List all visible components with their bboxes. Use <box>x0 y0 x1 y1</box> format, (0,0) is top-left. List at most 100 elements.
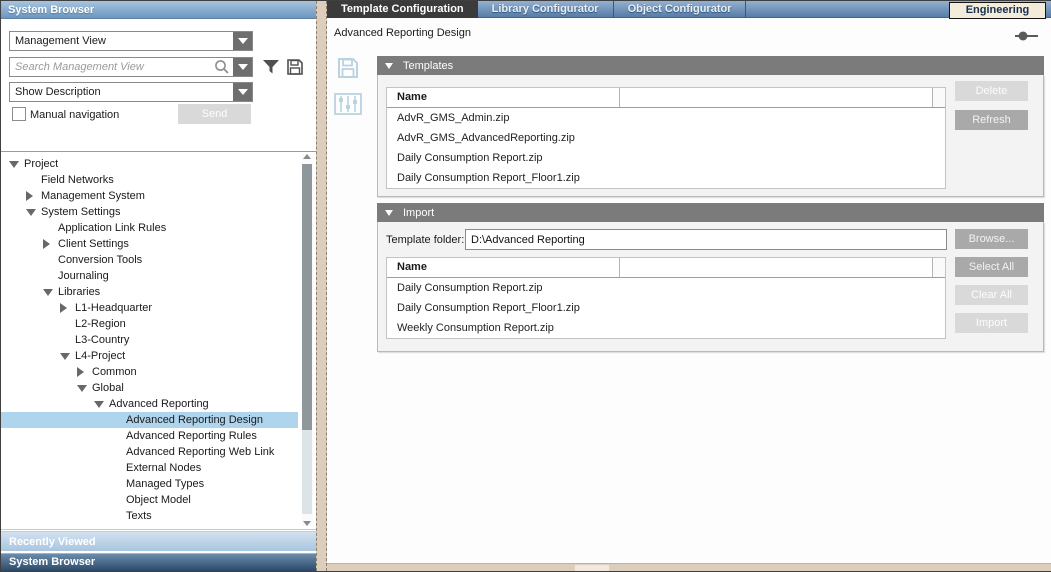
tree-item-conversion-tools[interactable]: Conversion Tools <box>1 252 298 268</box>
tree-item-management-system[interactable]: Management System <box>1 188 298 204</box>
scrollbar-thumb[interactable] <box>302 164 312 430</box>
tree-item-external-nodes[interactable]: External Nodes <box>1 460 298 476</box>
tree-collapse-icon[interactable] <box>94 401 109 408</box>
system-browser-label: System Browser <box>9 556 95 568</box>
refresh-button[interactable]: Refresh <box>955 110 1028 130</box>
search-icon[interactable] <box>214 59 230 75</box>
tree-expand-icon[interactable] <box>26 191 41 201</box>
tree-collapse-icon[interactable] <box>9 161 24 168</box>
clear-all-button[interactable]: Clear All <box>955 285 1028 305</box>
save-filter-icon[interactable] <box>286 58 304 76</box>
tree-item-system-settings[interactable]: System Settings <box>1 204 298 220</box>
tab-object-configurator[interactable]: Object Configurator <box>614 1 747 18</box>
table-row[interactable]: Daily Consumption Report_Floor1.zip <box>387 298 945 318</box>
triangle-glyph <box>94 401 104 408</box>
tree-item-label: Advanced Reporting <box>109 398 209 410</box>
search-history-dropdown-icon[interactable] <box>233 58 252 76</box>
chevron-down-icon[interactable] <box>233 83 252 101</box>
tree-item-libraries[interactable]: Libraries <box>1 284 298 300</box>
tree-item-l4-project[interactable]: L4-Project <box>1 348 298 364</box>
delete-button[interactable]: Delete <box>955 81 1028 101</box>
tree-item-label: L4-Project <box>75 350 125 362</box>
tab-library-configurator[interactable]: Library Configurator <box>478 1 614 18</box>
pin-icon[interactable] <box>1013 30 1039 42</box>
table-row[interactable]: Weekly Consumption Report.zip <box>387 318 945 338</box>
import-section-header[interactable]: Import <box>377 203 1044 222</box>
tree-item-l3-country[interactable]: L3-Country <box>1 332 298 348</box>
column-header-name[interactable]: Name <box>387 258 620 277</box>
collapse-triangle-icon[interactable] <box>385 210 393 216</box>
tree-item-field-networks[interactable]: Field Networks <box>1 172 298 188</box>
tree-item-advanced-reporting-design[interactable]: Advanced Reporting Design <box>1 412 298 428</box>
table-row[interactable]: Daily Consumption Report.zip <box>387 148 945 168</box>
import-section: Import Template folder: Browse... NameDa… <box>377 203 1044 352</box>
table-row[interactable]: AdvR_GMS_Admin.zip <box>387 108 945 128</box>
tab-template-configuration[interactable]: Template Configuration <box>327 1 478 18</box>
templates-section-header[interactable]: Templates <box>377 56 1044 75</box>
tree-collapse-icon[interactable] <box>43 289 58 296</box>
application-window: System Browser Management View Show Desc… <box>0 0 1051 572</box>
tree-item-label: Managed Types <box>126 478 204 490</box>
display-mode-selector[interactable]: Show Description <box>9 82 253 102</box>
tree-item-common[interactable]: Common <box>1 364 298 380</box>
tree-expand-icon[interactable] <box>43 239 58 249</box>
send-button[interactable]: Send <box>178 104 251 124</box>
tree-item-label: L2-Region <box>75 318 126 330</box>
system-browser-bar[interactable]: System Browser <box>1 553 316 571</box>
column-header-empty[interactable] <box>620 88 933 107</box>
search-input[interactable] <box>10 58 214 76</box>
tree-item-application-link-rules[interactable]: Application Link Rules <box>1 220 298 236</box>
splitter-handle-icon[interactable] <box>575 565 609 571</box>
recently-viewed-bar[interactable]: Recently Viewed <box>1 531 316 551</box>
tree-item-object-model[interactable]: Object Model <box>1 492 298 508</box>
templates-header-label: Templates <box>403 60 453 72</box>
select-all-button[interactable]: Select All <box>955 257 1028 277</box>
tree-item-label: L3-Country <box>75 334 129 346</box>
tree-collapse-icon[interactable] <box>26 209 41 216</box>
column-header-name[interactable]: Name <box>387 88 620 107</box>
triangle-glyph <box>60 303 67 313</box>
table-row[interactable]: AdvR_GMS_AdvancedReporting.zip <box>387 128 945 148</box>
save-icon[interactable] <box>336 56 360 80</box>
browse-button[interactable]: Browse... <box>955 229 1028 249</box>
collapse-triangle-icon[interactable] <box>385 63 393 69</box>
manual-navigation-checkbox[interactable] <box>12 107 26 121</box>
tree-collapse-icon[interactable] <box>77 385 92 392</box>
tree-item-advanced-reporting-web-link[interactable]: Advanced Reporting Web Link <box>1 444 298 460</box>
horizontal-splitter[interactable] <box>327 563 1051 571</box>
tree-item-label: Advanced Reporting Design <box>126 414 263 426</box>
filter-icon[interactable] <box>262 58 280 76</box>
template-folder-input[interactable] <box>465 229 947 250</box>
triangle-glyph <box>26 209 36 216</box>
tree-item-advanced-reporting[interactable]: Advanced Reporting <box>1 396 298 412</box>
tree-item-global[interactable]: Global <box>1 380 298 396</box>
table-row[interactable]: Daily Consumption Report_Floor1.zip <box>387 168 945 188</box>
column-header-corner <box>933 258 945 277</box>
import-button[interactable]: Import <box>955 313 1028 333</box>
chevron-down-icon[interactable] <box>233 32 252 50</box>
tree-collapse-icon[interactable] <box>60 353 75 360</box>
tree-item-label: Advanced Reporting Rules <box>126 430 257 442</box>
tree-item-advanced-reporting-rules[interactable]: Advanced Reporting Rules <box>1 428 298 444</box>
tree-item-texts[interactable]: Texts <box>1 508 298 524</box>
tree-expand-icon[interactable] <box>60 303 75 313</box>
tree-item-managed-types[interactable]: Managed Types <box>1 476 298 492</box>
mode-tab-engineering[interactable]: Engineering <box>949 2 1046 19</box>
tree-scrollbar[interactable] <box>302 154 313 526</box>
scroll-up-icon[interactable] <box>303 154 311 159</box>
panel-header: System Browser <box>1 1 316 19</box>
tab-bar: Template ConfigurationLibrary Configurat… <box>327 1 1051 18</box>
tree-item-journaling[interactable]: Journaling <box>1 268 298 284</box>
tree-expand-icon[interactable] <box>77 367 92 377</box>
tree-item-client-settings[interactable]: Client Settings <box>1 236 298 252</box>
tree-item-project[interactable]: Project <box>1 156 298 172</box>
tree-item-l2-region[interactable]: L2-Region <box>1 316 298 332</box>
scroll-down-icon[interactable] <box>303 521 311 526</box>
view-selector[interactable]: Management View <box>9 31 253 51</box>
table-row[interactable]: Daily Consumption Report.zip <box>387 278 945 298</box>
filter-settings-icon[interactable] <box>333 90 363 118</box>
tree-item-l1-headquarter[interactable]: L1-Headquarter <box>1 300 298 316</box>
vertical-splitter[interactable] <box>316 1 327 571</box>
scrollbar-track[interactable] <box>302 164 312 514</box>
column-header-empty[interactable] <box>620 258 933 277</box>
